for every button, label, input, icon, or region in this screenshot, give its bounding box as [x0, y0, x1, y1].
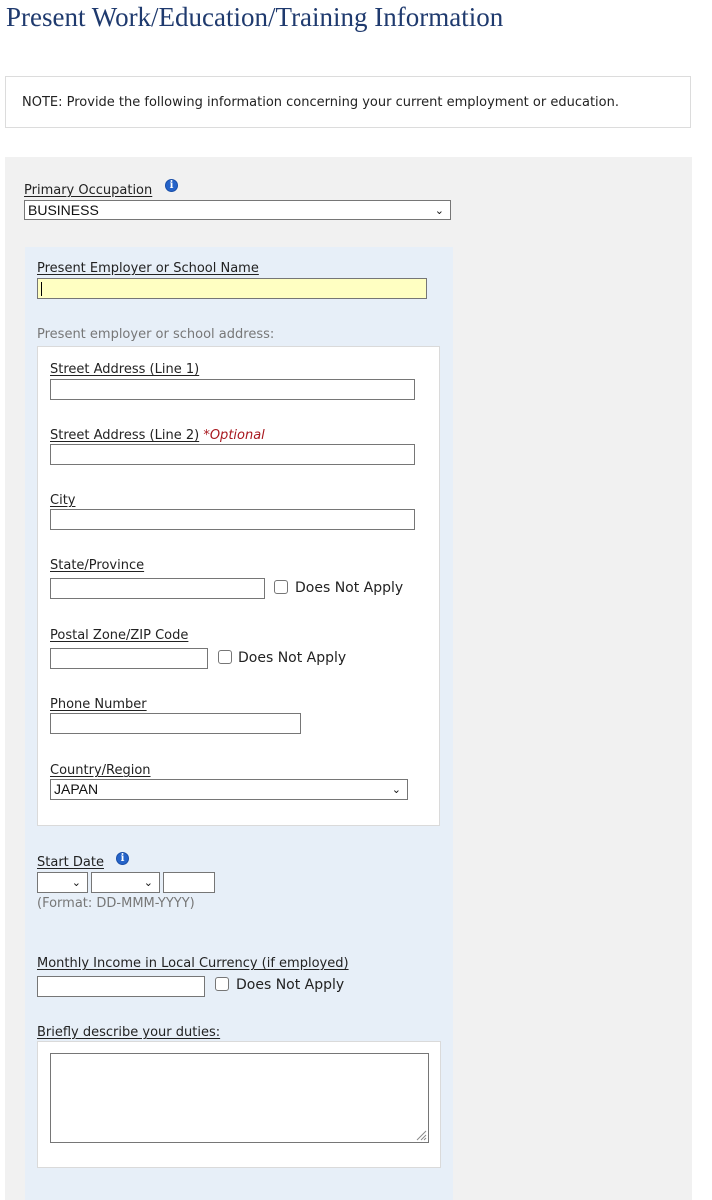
income-label: Monthly Income in Local Currency (if emp… — [37, 956, 349, 971]
state-does-not-apply-label[interactable]: Does Not Apply — [295, 580, 403, 596]
info-icon[interactable]: i — [165, 179, 178, 192]
duties-label: Briefly describe your duties: — [37, 1025, 221, 1040]
employer-name-input[interactable] — [37, 278, 427, 299]
street2-label-row: Street Address (Line 2) *Optional — [50, 428, 265, 443]
start-date-label: Start Date — [37, 855, 104, 870]
state-does-not-apply-checkbox[interactable] — [274, 580, 288, 594]
state-input[interactable] — [50, 578, 265, 599]
start-day-select[interactable]: ⌄ — [37, 872, 88, 893]
city-label: City — [50, 493, 76, 508]
duties-textarea[interactable] — [50, 1053, 429, 1143]
income-does-not-apply-label[interactable]: Does Not Apply — [236, 977, 344, 993]
start-month-select[interactable]: ⌄ — [91, 872, 160, 893]
note-text: NOTE: Provide the following information … — [22, 95, 619, 110]
page-title: Present Work/Education/Training Informat… — [6, 2, 504, 32]
phone-label: Phone Number — [50, 697, 147, 712]
street2-label: Street Address (Line 2) — [50, 428, 200, 443]
date-format-hint: (Format: DD-MMM-YYYY) — [37, 896, 195, 911]
postal-label: Postal Zone/ZIP Code — [50, 628, 189, 643]
income-does-not-apply-checkbox[interactable] — [215, 977, 229, 991]
resize-grip-icon[interactable] — [415, 1129, 427, 1141]
primary-occupation-value: BUSINESS — [28, 202, 99, 218]
postal-does-not-apply-checkbox[interactable] — [218, 650, 232, 664]
note-box: NOTE: Provide the following information … — [5, 76, 691, 128]
start-year-input[interactable] — [163, 872, 215, 893]
info-icon[interactable]: i — [116, 852, 129, 865]
postal-does-not-apply-label[interactable]: Does Not Apply — [238, 650, 346, 666]
primary-occupation-label: Primary Occupation — [24, 183, 153, 198]
street1-label: Street Address (Line 1) — [50, 362, 200, 377]
street2-input[interactable] — [50, 444, 415, 465]
chevron-down-icon: ⌄ — [143, 877, 153, 889]
text-cursor — [41, 282, 42, 296]
income-input[interactable] — [37, 976, 205, 997]
chevron-down-icon: ⌄ — [434, 205, 444, 217]
optional-text: *Optional — [203, 428, 265, 443]
country-label: Country/Region — [50, 763, 151, 778]
street1-input[interactable] — [50, 379, 415, 400]
phone-input[interactable] — [50, 713, 301, 734]
state-label: State/Province — [50, 558, 145, 573]
employer-name-label: Present Employer or School Name — [37, 261, 259, 276]
primary-occupation-select[interactable]: BUSINESS ⌄ — [24, 200, 451, 220]
chevron-down-icon: ⌄ — [71, 877, 81, 889]
address-section-label: Present employer or school address: — [37, 327, 275, 342]
country-value: JAPAN — [54, 781, 99, 797]
country-select[interactable]: JAPAN ⌄ — [50, 779, 408, 800]
chevron-down-icon: ⌄ — [391, 784, 401, 796]
postal-input[interactable] — [50, 648, 208, 669]
city-input[interactable] — [50, 509, 415, 530]
